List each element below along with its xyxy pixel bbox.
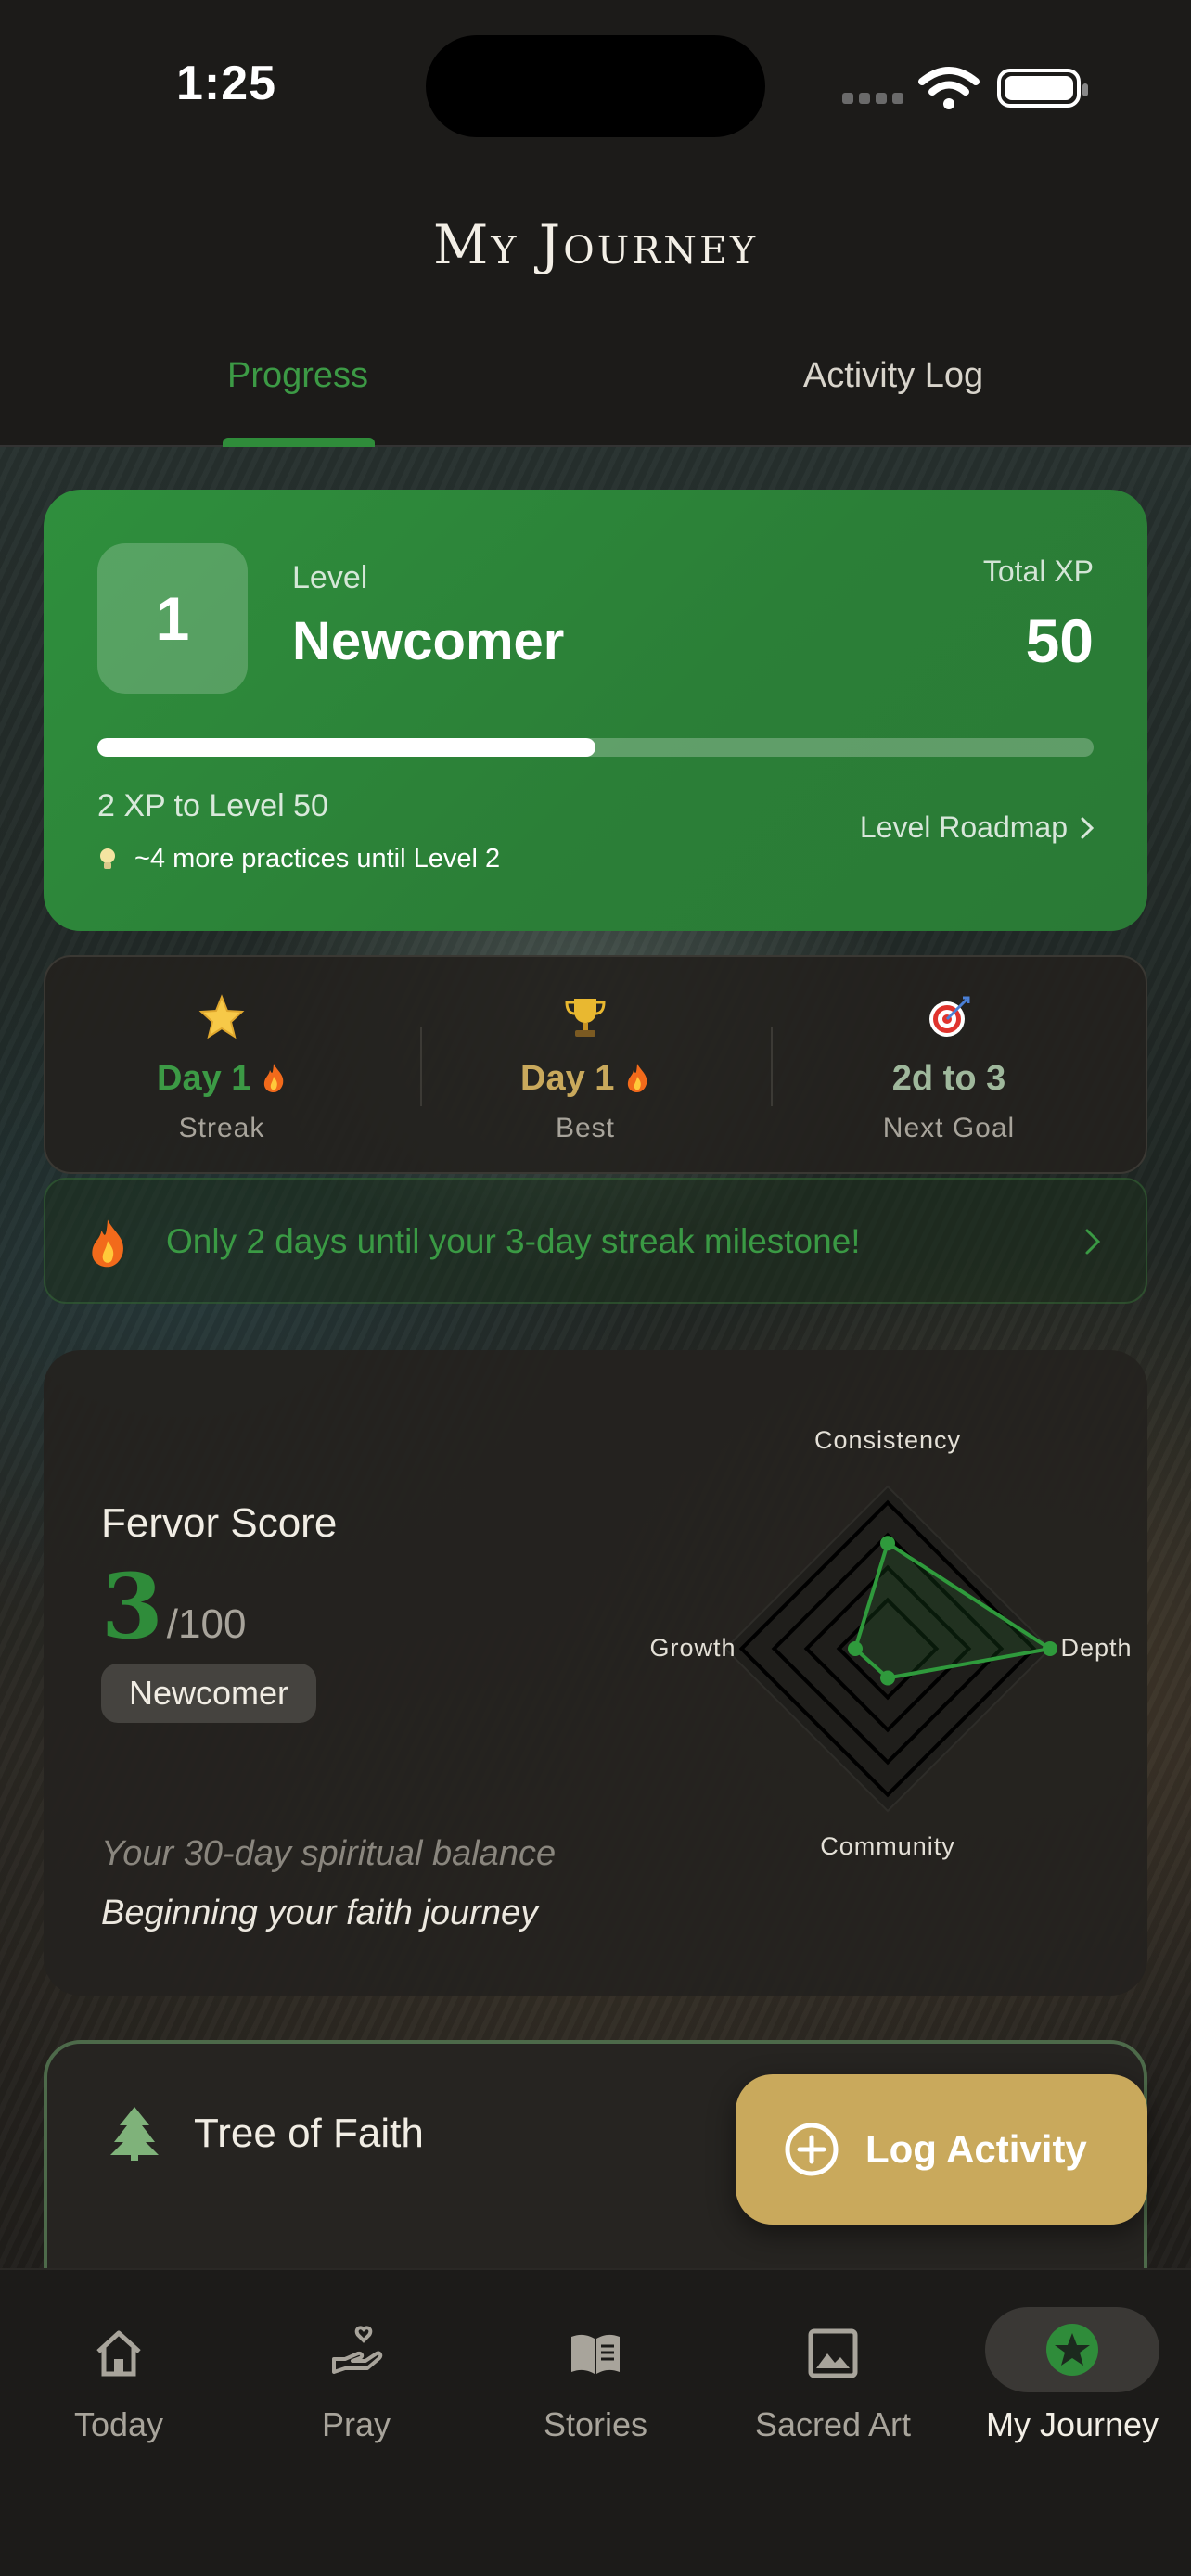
tree-of-faith-title: Tree of Faith bbox=[194, 2111, 424, 2156]
chevron-right-icon bbox=[1081, 817, 1094, 838]
level-roadmap-link[interactable]: Level Roadmap bbox=[860, 810, 1094, 845]
nav-stories-label: Stories bbox=[543, 2405, 648, 2443]
flame-icon bbox=[627, 1064, 647, 1092]
stat-next-goal-label: Next Goal bbox=[882, 1113, 1016, 1143]
nav-sacred-art-label: Sacred Art bbox=[754, 2405, 912, 2443]
fervor-score-value: 3 bbox=[101, 1554, 163, 1659]
image-icon bbox=[808, 2328, 858, 2378]
radar-point-growth bbox=[848, 1641, 863, 1656]
target-icon bbox=[929, 996, 970, 1037]
radar-label-depth: Depth bbox=[1060, 1634, 1132, 1662]
fervor-score-card: Fervor Score 3 /100 Newcomer Your 30-day… bbox=[44, 1350, 1147, 1996]
wifi-icon bbox=[918, 67, 980, 109]
stat-streak-label: Streak bbox=[178, 1113, 265, 1143]
radar-point-consistency bbox=[880, 1536, 895, 1551]
tab-progress-label: Progress bbox=[226, 356, 369, 395]
trophy-icon bbox=[565, 999, 606, 1037]
nav-item-sacred-art[interactable]: Sacred Art bbox=[714, 2307, 952, 2455]
nav-pray-label: Pray bbox=[321, 2405, 391, 2443]
radar-point-depth bbox=[1043, 1641, 1057, 1656]
level-card: 1 Level Newcomer Total XP 50 2 XP to Lev… bbox=[44, 490, 1147, 931]
tree-icon bbox=[110, 2107, 159, 2161]
total-xp-label: Total XP bbox=[982, 555, 1094, 588]
milestone-message: Only 2 days until your 3-day streak mile… bbox=[166, 1222, 861, 1260]
level-roadmap-label: Level Roadmap bbox=[859, 810, 1068, 844]
nav-my-journey-label: My Journey bbox=[985, 2405, 1159, 2443]
stat-best-label: Best bbox=[555, 1113, 616, 1143]
stat-best: Day 1 Best bbox=[409, 957, 762, 1176]
radar-point-community bbox=[880, 1670, 895, 1686]
app-screen: 1:25 My Journey Progress Activity Log 1 … bbox=[0, 0, 1191, 2576]
level-number-badge: 1 bbox=[97, 543, 248, 694]
radar-label-growth: Growth bbox=[649, 1634, 736, 1662]
xp-progress-fill bbox=[97, 738, 596, 757]
battery-icon bbox=[997, 69, 1088, 108]
praying-hand-heart-icon bbox=[332, 2326, 383, 2374]
xp-to-next-level: 2 XP to Level 50 bbox=[97, 788, 328, 823]
tab-activity-log-label: Activity Log bbox=[802, 356, 984, 395]
cellular-signal-icon bbox=[842, 93, 903, 104]
practices-hint-text: ~4 more practices until Level 2 bbox=[134, 844, 501, 874]
flame-icon bbox=[92, 1219, 123, 1268]
balance-caption: Your 30-day spiritual balance bbox=[101, 1834, 557, 1873]
page-title: My Journey bbox=[432, 213, 759, 276]
stat-next-goal: 2d to 3 Next Goal bbox=[773, 957, 1125, 1176]
plus-circle-icon bbox=[785, 2123, 839, 2176]
stat-next-goal-value: 2d to 3 bbox=[891, 1059, 1006, 1098]
bottom-navigation: Today Pray Stories Sacred Art My Journey bbox=[0, 2268, 1191, 2576]
radar-label-consistency: Consistency bbox=[814, 1426, 961, 1454]
status-bar: 1:25 bbox=[0, 0, 1191, 176]
fervor-radar-chart: Consistency Depth Community Growth bbox=[649, 1426, 1132, 1860]
header: My Journey Progress Activity Log bbox=[0, 176, 1191, 447]
tab-activity-log[interactable]: Activity Log bbox=[596, 352, 1191, 445]
status-time: 1:25 bbox=[176, 57, 277, 110]
flame-icon bbox=[263, 1064, 284, 1092]
fervor-score-max: /100 bbox=[166, 1601, 247, 1647]
fervor-rank-badge: Newcomer bbox=[101, 1664, 317, 1723]
journey-status-text: Beginning your faith journey bbox=[101, 1894, 539, 1932]
tab-bar: Progress Activity Log bbox=[0, 352, 1191, 447]
fervor-title: Fervor Score bbox=[101, 1500, 338, 1546]
streak-milestone-banner[interactable]: Only 2 days until your 3-day streak mile… bbox=[44, 1178, 1147, 1304]
stat-streak-value: Day 1 bbox=[45, 1059, 398, 1099]
nav-item-stories[interactable]: Stories bbox=[477, 2307, 714, 2455]
tab-progress[interactable]: Progress bbox=[0, 352, 596, 445]
stat-streak: Day 1 Streak bbox=[45, 957, 398, 1176]
home-icon bbox=[96, 2330, 141, 2377]
tab-active-indicator bbox=[223, 438, 375, 447]
nav-item-pray[interactable]: Pray bbox=[237, 2307, 475, 2455]
nav-today-label: Today bbox=[73, 2405, 164, 2443]
book-icon bbox=[571, 2334, 620, 2374]
practices-hint: ~4 more practices until Level 2 bbox=[97, 844, 500, 874]
chevron-right-icon bbox=[1085, 1229, 1101, 1255]
star-badge-icon bbox=[1046, 2324, 1098, 2376]
streak-stats-card: Day 1 Streak Day 1 Best 2d to 3 Next Goa… bbox=[44, 955, 1147, 1174]
total-xp-value: 50 bbox=[1025, 606, 1094, 675]
log-activity-button[interactable]: Log Activity bbox=[736, 2074, 1147, 2225]
lightbulb-icon bbox=[100, 848, 115, 869]
log-activity-label: Log Activity bbox=[865, 2127, 1087, 2171]
level-label: Level bbox=[292, 560, 368, 595]
fervor-score: 3 /100 bbox=[101, 1554, 246, 1659]
level-name: Newcomer bbox=[292, 611, 565, 671]
nav-item-my-journey[interactable]: My Journey bbox=[954, 2307, 1191, 2455]
stat-best-value: Day 1 bbox=[409, 1059, 762, 1099]
dynamic-island bbox=[426, 35, 765, 137]
star-icon bbox=[198, 994, 245, 1039]
radar-label-community: Community bbox=[820, 1832, 955, 1860]
xp-progress-bar bbox=[97, 738, 1094, 757]
nav-item-today[interactable]: Today bbox=[0, 2307, 237, 2455]
